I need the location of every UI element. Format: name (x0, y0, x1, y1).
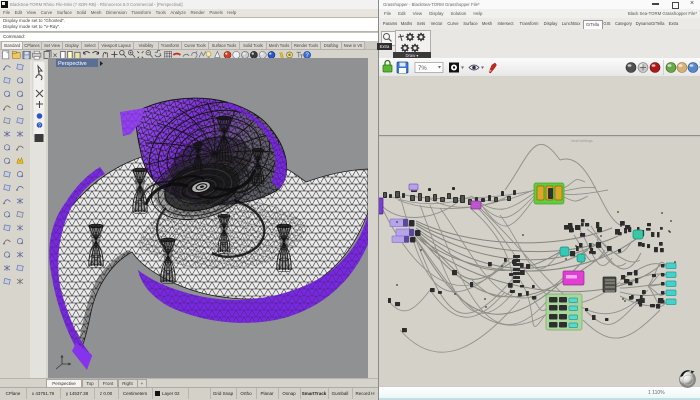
svg-text:Perspective: Perspective (58, 61, 87, 67)
svg-text:7%: 7% (418, 66, 427, 72)
svg-text:?: ? (38, 123, 41, 129)
svg-text:mesh settings: mesh settings (571, 139, 593, 143)
